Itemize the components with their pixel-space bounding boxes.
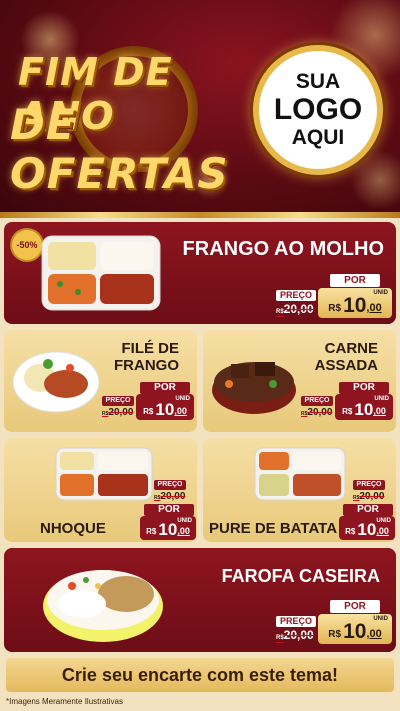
por-label: POR [330,600,380,613]
old-price: R$20,00 [353,491,384,502]
new-price: UNID R$ 10 ,00 [318,288,392,318]
old-price-value: 20,00 [283,628,314,642]
new-price: UNID R$ 10 ,00 [335,394,393,420]
product-card-frango-ao-molho: -50% FRANGO AO MOLHO POR PREÇO R$20,00 U… [4,222,396,324]
file-de-frango-image [12,351,100,413]
hero-header: FIM DE ANO DE OFERTAS SUA LOGO AQUI [0,0,400,216]
preco-label: PREÇO [353,480,385,490]
old-price-value: 20,00 [160,491,186,502]
price-integer: 10 [343,620,367,643]
price-integer: 10 [158,520,178,539]
product-name-line2: FRANGO [114,357,179,374]
unit-label: UNID [373,616,388,622]
price-currency: R$ [345,527,356,536]
price-integer: 10 [354,400,374,419]
price-currency: R$ [342,407,353,416]
unit-label: UNID [175,396,190,402]
logo-placeholder: SUA LOGO AQUI [253,45,383,175]
por-label: POR [339,382,389,394]
product-card-pure-de-batata: PURE DE BATATA PREÇO R$20,00 POR UNID R$… [203,438,396,542]
unit-label: UNID [177,518,192,524]
por-label: POR [343,504,393,516]
price-decimal: ,00 [177,526,190,536]
old-price: R$20,00 [276,628,314,642]
por-label: POR [144,504,194,516]
unit-label: UNID [373,290,388,296]
preco-label: PREÇO [276,290,316,301]
price-decimal: ,00 [174,406,187,416]
unit-label: UNID [374,396,389,402]
gold-divider [0,212,400,218]
preco-label: PREÇO [154,480,186,490]
old-price-value: 20,00 [283,302,314,316]
price-decimal: ,00 [376,526,389,536]
new-price: UNID R$ 10 ,00 [339,516,395,540]
disclaimer-text: *Imagens Meramente Ilustrativas [6,697,123,706]
frango-ao-molho-image [41,235,161,311]
old-price-value: 20,00 [359,491,385,502]
por-label: POR [140,382,190,394]
unit-label: UNID [376,518,391,524]
old-price-currency: R$ [276,309,284,315]
price-decimal: ,00 [366,628,382,640]
product-card-farofa-caseira: FAROFA CASEIRA POR PREÇO R$20,00 UNID R$… [4,548,396,652]
old-price-value: 20,00 [108,407,134,418]
cta-banner[interactable]: Crie seu encarte com este tema! [6,658,394,692]
price-decimal: ,00 [373,406,386,416]
product-name-line1: CARNE [324,340,378,357]
old-price: R$20,00 [276,302,314,316]
product-name-line1: FILÉ DE [121,340,179,357]
product-name: FILÉ DE FRANGO [114,340,179,374]
preco-label: PREÇO [102,396,134,406]
carne-assada-image [212,362,296,414]
product-name: FAROFA CASEIRA [221,566,380,586]
nhoque-image [55,447,153,501]
price-decimal: ,00 [366,302,382,314]
product-name-line2: ASSADA [314,357,378,374]
por-label: POR [330,274,380,287]
new-price: UNID R$ 10 ,00 [140,516,196,540]
preco-label: PREÇO [276,616,316,627]
price-currency: R$ [146,527,157,536]
product-card-carne-assada: CARNE ASSADA POR PREÇO R$20,00 UNID R$ 1… [203,330,396,432]
new-price: UNID R$ 10 ,00 [136,394,194,420]
old-price-currency: R$ [276,635,284,641]
product-card-nhoque: NHOQUE PREÇO R$20,00 POR UNID R$ 10 ,00 [4,438,197,542]
price-integer: 10 [155,400,175,419]
hero-title-line2: DE OFERTAS [10,100,229,198]
old-price-value: 20,00 [307,407,333,418]
product-name: FRANGO AO MOLHO [182,238,384,260]
price-integer: 10 [343,294,367,317]
price-integer: 10 [357,520,377,539]
product-name: NHOQUE [40,520,106,537]
old-price: R$20,00 [301,407,332,418]
logo-text-line3: AQUI [291,126,345,149]
new-price: UNID R$ 10 ,00 [318,614,392,644]
price-currency: R$ [328,629,342,640]
old-price: R$20,00 [102,407,133,418]
product-card-file-de-frango: FILÉ DE FRANGO POR PREÇO R$20,00 UNID R$… [4,330,197,432]
product-name: PURE DE BATATA [209,520,338,537]
pure-de-batata-image [254,447,346,501]
price-currency: R$ [328,303,342,314]
old-price: R$20,00 [154,491,185,502]
farofa-caseira-image [43,570,163,642]
product-name: CARNE ASSADA [315,340,378,374]
price-currency: R$ [143,407,154,416]
preco-label: PREÇO [301,396,333,406]
logo-text-line1: SUA [295,70,341,93]
logo-text-line2: LOGO [273,93,363,126]
